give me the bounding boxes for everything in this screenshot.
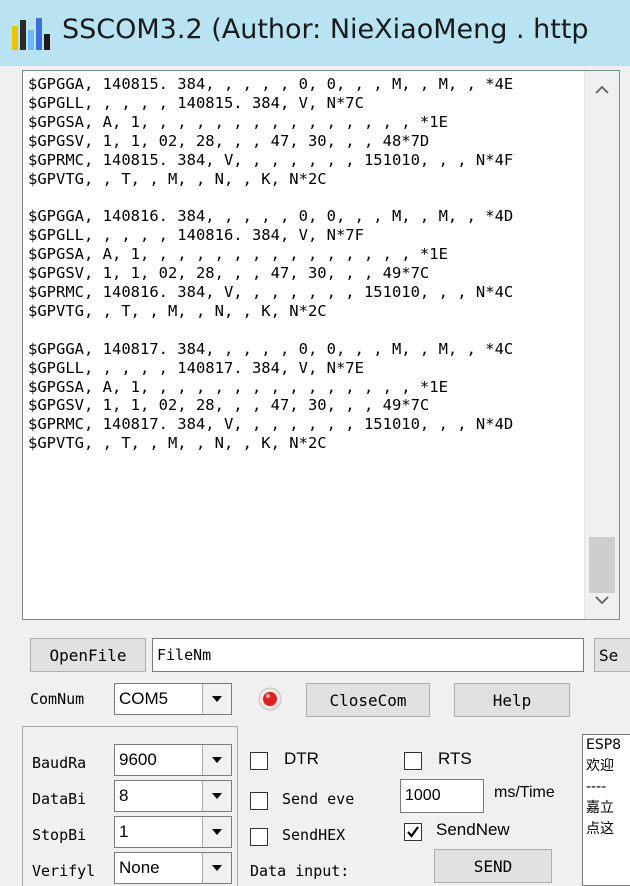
chevron-down-icon[interactable] [202,853,231,883]
open-file-button[interactable]: OpenFile [30,638,146,672]
interval-unit-label: ms/Time [494,784,555,801]
stopbits-label: StopBi [32,826,87,844]
chevron-down-icon[interactable] [202,684,231,714]
send-file-button[interactable]: Se [594,638,630,672]
help-button[interactable]: Help [454,683,570,717]
send-hex-label: SendHEX [282,826,346,844]
window-title: SSCOM3.2 (Author: NieXiaoMeng . http [62,14,589,45]
verify-select[interactable]: None [114,852,232,884]
baud-label: BaudRa [32,754,87,772]
port-status-icon [258,687,282,711]
stopbits-select[interactable]: 1 [114,816,232,848]
comnum-value: COM5 [119,689,169,708]
send-hex-checkbox[interactable] [250,828,268,846]
baud-select[interactable]: 9600 [114,744,232,776]
chevron-down-icon[interactable] [202,745,231,775]
side-info-panel: ESP8 欢迎 ---- 嘉立 点这 [582,734,630,886]
send-every-checkbox[interactable] [250,792,268,810]
chevron-down-icon[interactable] [202,817,231,847]
received-data-text: $GPGGA, 140815. 384, , , , , 0, 0, , , M… [28,75,514,453]
data-input-label: Data input: [250,862,350,880]
baud-value: 9600 [119,750,157,769]
verify-value: None [119,858,160,877]
app-bars-icon [12,18,50,50]
scroll-down-icon[interactable] [585,585,619,615]
stopbits-value: 1 [119,822,129,841]
rts-label: RTS [438,749,472,768]
comnum-label: ComNum [30,690,85,708]
databits-label: DataBi [32,790,87,808]
close-com-button[interactable]: CloseCom [306,683,430,717]
dtr-label: DTR [284,749,319,768]
send-every-label: Send eve [282,790,355,808]
send-new-label: SendNew [436,820,510,839]
databits-value: 8 [119,786,129,805]
comnum-select[interactable]: COM5 [114,683,232,715]
dtr-checkbox[interactable] [250,752,268,770]
scroll-up-icon[interactable] [585,75,619,105]
interval-input[interactable]: 1000 [400,779,484,813]
title-bar: SSCOM3.2 (Author: NieXiaoMeng . http [0,0,630,66]
rts-checkbox[interactable] [404,752,422,770]
checkmark-icon [407,826,419,838]
send-button[interactable]: SEND [434,849,552,883]
filename-input[interactable]: FileNm [152,638,584,672]
verify-label: Verifyl [32,862,96,880]
send-new-checkbox[interactable] [404,823,422,841]
databits-select[interactable]: 8 [114,780,232,812]
chevron-down-icon[interactable] [202,781,231,811]
receive-textarea[interactable]: $GPGGA, 140815. 384, , , , , 0, 0, , , M… [22,70,620,620]
vertical-scrollbar[interactable] [584,71,619,619]
